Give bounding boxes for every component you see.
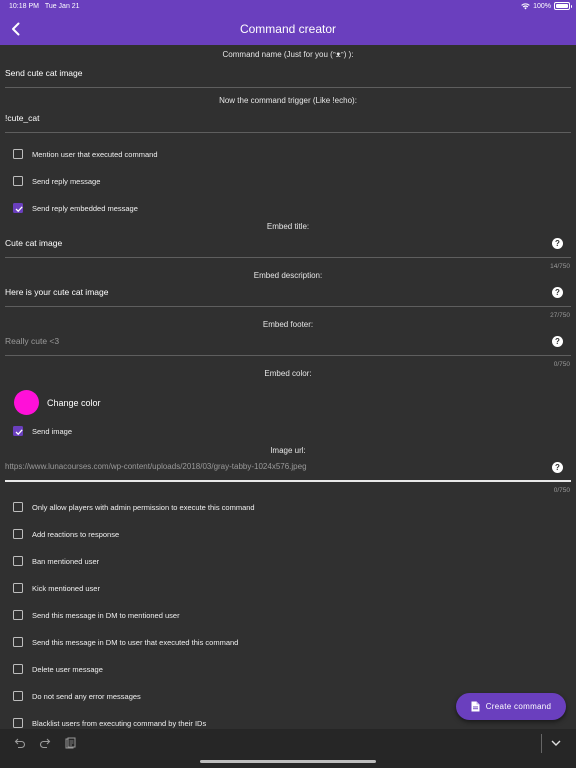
create-command-button[interactable]: Create command bbox=[456, 693, 566, 720]
checkbox-icon bbox=[13, 691, 23, 701]
checkbox-no-errors[interactable]: Do not send any error messages bbox=[13, 690, 141, 702]
embed-description-counter: 27/750 bbox=[550, 312, 570, 319]
image-url-label: Image url: bbox=[270, 446, 306, 455]
command-name-value: Send cute cat image bbox=[5, 68, 83, 78]
checkbox-icon bbox=[13, 664, 23, 674]
checkbox-icon bbox=[13, 529, 23, 539]
checkbox-dm-mentioned[interactable]: Send this message in DM to mentioned use… bbox=[13, 609, 180, 621]
embed-footer-field[interactable]: Really cute <3 ? bbox=[5, 332, 571, 356]
checkbox-admin-only[interactable]: Only allow players with admin permission… bbox=[13, 501, 255, 513]
command-trigger-value: !cute_cat bbox=[5, 113, 40, 123]
embed-title-counter: 14/750 bbox=[550, 263, 570, 270]
redo-icon[interactable] bbox=[39, 737, 51, 749]
checkbox-send-image[interactable]: Send image bbox=[13, 425, 72, 437]
checkbox-kick-user[interactable]: Kick mentioned user bbox=[13, 582, 100, 594]
help-icon[interactable]: ? bbox=[552, 287, 563, 298]
command-name-label: Command name (Just for you (ᵔᴥᵔ) ): bbox=[222, 50, 354, 59]
help-icon[interactable]: ? bbox=[552, 238, 563, 249]
image-url-counter: 0/750 bbox=[553, 487, 570, 494]
chevron-down-icon[interactable] bbox=[550, 737, 562, 749]
checkbox-ban-user[interactable]: Ban mentioned user bbox=[13, 555, 99, 567]
checkbox-icon bbox=[13, 149, 23, 159]
paste-icon[interactable] bbox=[64, 737, 76, 749]
embed-title-label: Embed title: bbox=[266, 222, 310, 231]
embed-description-field[interactable]: Here is your cute cat image ? bbox=[5, 283, 571, 307]
embed-description-value: Here is your cute cat image bbox=[5, 287, 109, 297]
image-url-field[interactable]: https://www.lunacourses.com/wp-content/u… bbox=[5, 458, 571, 482]
color-swatch bbox=[14, 390, 39, 415]
checkbox-mention-user[interactable]: Mention user that executed command bbox=[13, 148, 158, 160]
embed-title-field[interactable]: Cute cat image ? bbox=[5, 234, 571, 258]
checkbox-blacklist[interactable]: Blacklist users from executing command b… bbox=[13, 717, 206, 729]
embed-footer-counter: 0/750 bbox=[553, 361, 570, 368]
image-url-placeholder: https://www.lunacourses.com/wp-content/u… bbox=[5, 462, 307, 471]
checkbox-icon bbox=[13, 637, 23, 647]
embed-description-label: Embed description: bbox=[253, 271, 323, 280]
status-time: 10:18 PM Tue Jan 21 bbox=[9, 3, 80, 10]
checkbox-icon bbox=[13, 176, 23, 186]
checkbox-dm-executor[interactable]: Send this message in DM to user that exe… bbox=[13, 636, 238, 648]
battery-icon bbox=[554, 2, 572, 10]
checkbox-add-reactions[interactable]: Add reactions to response bbox=[13, 528, 119, 540]
status-bar: 10:18 PM Tue Jan 21 100% bbox=[0, 0, 576, 14]
change-color-button[interactable]: Change color bbox=[14, 390, 101, 415]
command-name-field[interactable]: Send cute cat image bbox=[5, 64, 571, 88]
app-bar: Command creator bbox=[0, 14, 576, 45]
embed-footer-placeholder: Really cute <3 bbox=[5, 336, 60, 346]
command-trigger-field[interactable]: !cute_cat bbox=[5, 109, 571, 133]
toolbar-divider bbox=[541, 734, 542, 753]
checkbox-delete-message[interactable]: Delete user message bbox=[13, 663, 103, 675]
command-trigger-label: Now the command trigger (Like !echo): bbox=[219, 96, 357, 105]
wifi-icon bbox=[521, 2, 530, 9]
checkbox-icon bbox=[13, 556, 23, 566]
checkbox-icon bbox=[13, 502, 23, 512]
help-icon[interactable]: ? bbox=[552, 462, 563, 473]
checkbox-send-reply[interactable]: Send reply message bbox=[13, 175, 100, 187]
embed-footer-label: Embed footer: bbox=[262, 320, 314, 329]
checkbox-icon bbox=[13, 718, 23, 728]
checkbox-icon bbox=[13, 610, 23, 620]
help-icon[interactable]: ? bbox=[552, 336, 563, 347]
battery-percent: 100% bbox=[533, 2, 551, 10]
status-right: 100% bbox=[521, 2, 572, 10]
document-icon bbox=[471, 701, 480, 712]
checkbox-icon bbox=[13, 583, 23, 593]
embed-title-value: Cute cat image bbox=[5, 238, 63, 248]
checkbox-checked-icon bbox=[13, 203, 23, 213]
page-title: Command creator bbox=[239, 22, 337, 36]
home-indicator bbox=[200, 760, 376, 763]
embed-color-label: Embed color: bbox=[264, 369, 312, 378]
undo-icon[interactable] bbox=[14, 737, 26, 749]
checkbox-send-reply-embedded[interactable]: Send reply embedded message bbox=[13, 202, 138, 214]
checkbox-checked-icon bbox=[13, 426, 23, 436]
